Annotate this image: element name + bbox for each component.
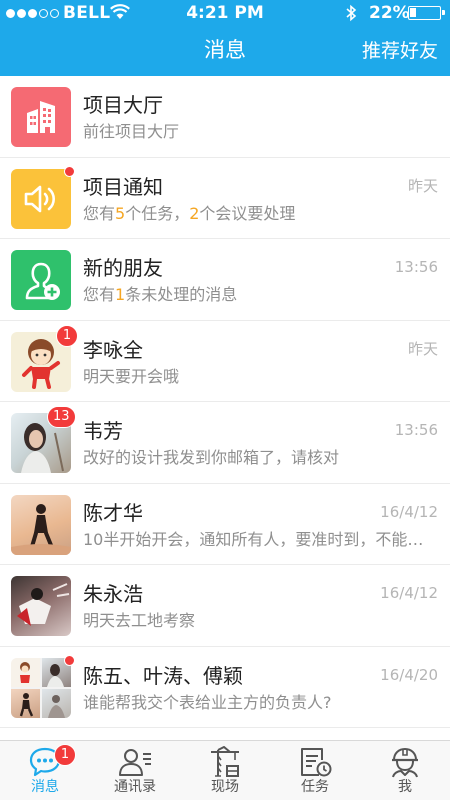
- add-friend-icon: [11, 250, 71, 310]
- conversation-preview: 改好的设计我发到你邮箱了，请核对: [83, 448, 340, 467]
- conversation-preview: 您有1条未处理的消息: [83, 285, 238, 304]
- conversation-name: 新的朋友: [83, 256, 163, 280]
- tab-label: 我: [398, 779, 412, 795]
- conversation-time: 16/4/20: [380, 665, 438, 684]
- tab-site[interactable]: 现场: [180, 741, 270, 800]
- conversation-item-project-hall[interactable]: 项目大厅 前往项目大厅: [0, 76, 450, 158]
- worker-helmet-icon: [392, 748, 418, 778]
- conversation-preview: 明天去工地考察: [83, 611, 196, 630]
- tab-label: 任务: [301, 779, 329, 795]
- conversation-name: 项目通知: [83, 174, 163, 199]
- tab-label: 现场: [211, 779, 239, 795]
- tab-tasks[interactable]: 任务: [270, 741, 360, 800]
- group-avatar: [11, 657, 71, 718]
- conversation-preview: 明天要开会哦: [83, 366, 180, 386]
- conversation-item-zhu-yonghao[interactable]: 朱永浩 16/4/12 明天去工地考察: [0, 565, 450, 647]
- conversation-name: 项目大厅: [83, 93, 163, 117]
- building-icon: [11, 87, 71, 147]
- bottom-tab-bar: 1 消息 通讯录 现场 任务 我: [0, 740, 450, 800]
- conversation-time: 13:56: [394, 421, 438, 439]
- status-bar: BELL 4:21 PM 22%: [0, 0, 450, 26]
- tab-label: 消息: [31, 779, 59, 795]
- conversation-name: 韦芳: [83, 419, 123, 443]
- unread-count-badge: 13: [47, 406, 76, 428]
- photo-avatar: [11, 494, 71, 555]
- conversation-preview: 10半开始开会，通知所有人，要准时到，不能迟到: [83, 529, 438, 549]
- recommend-friends-button[interactable]: 推荐好友: [362, 37, 438, 65]
- conversation-item-new-friends[interactable]: 新的朋友 13:56 您有1条未处理的消息: [0, 239, 450, 321]
- conversation-name: 李咏全: [83, 337, 143, 362]
- unread-dot: [64, 654, 75, 666]
- conversation-time: 13:56: [394, 258, 438, 276]
- tab-unread-badge: 1: [54, 744, 76, 766]
- battery-percent: 22%: [369, 3, 410, 23]
- conversation-item-wei-fang[interactable]: 13 韦芳 13:56 改好的设计我发到你邮箱了，请核对: [0, 402, 450, 484]
- tab-contacts[interactable]: 通讯录: [90, 741, 180, 800]
- photo-avatar: [11, 576, 71, 636]
- conversation-time: 昨天: [407, 176, 438, 195]
- conversation-list: 项目大厅 前往项目大厅 项目通知 昨天 您有5个任务，2个会议要处理 新的朋友: [0, 76, 450, 728]
- crane-icon: [211, 746, 239, 777]
- conversation-time: 16/4/12: [380, 584, 438, 602]
- conversation-name: 陈五、叶涛、傅颖: [83, 663, 243, 688]
- tab-me[interactable]: 我: [360, 741, 450, 800]
- unread-count: 1: [115, 285, 126, 304]
- unread-dot: [64, 165, 75, 177]
- conversation-preview: 谁能帮我交个表给业主方的负责人?: [83, 692, 332, 712]
- bluetooth-icon: [346, 4, 357, 22]
- task-list-icon: [301, 748, 332, 777]
- meeting-count: 2: [189, 203, 200, 223]
- conversation-preview: 前往项目大厅: [83, 122, 180, 141]
- conversation-time: 昨天: [407, 339, 438, 358]
- conversation-preview: 您有5个任务，2个会议要处理: [83, 203, 296, 223]
- task-count: 5: [115, 203, 126, 223]
- speaker-icon: [11, 168, 71, 229]
- conversation-name: 朱永浩: [83, 582, 143, 606]
- conversation-time: 16/4/12: [380, 502, 438, 521]
- tab-label: 通讯录: [114, 779, 156, 795]
- unread-count-badge: 1: [56, 324, 78, 347]
- conversation-item-chen-caihua[interactable]: 陈才华 16/4/12 10半开始开会，通知所有人，要准时到，不能迟到: [0, 484, 450, 565]
- conversation-item-li-yongquan[interactable]: 1 李咏全 昨天 明天要开会哦: [0, 321, 450, 402]
- conversation-name: 陈才华: [83, 500, 143, 525]
- conversation-item-group-chat[interactable]: 陈五、叶涛、傅颖 16/4/20 谁能帮我交个表给业主方的负责人?: [0, 647, 450, 728]
- top-bar: BELL 4:21 PM 22% 消息 推荐好友: [0, 0, 450, 76]
- conversation-item-project-notice[interactable]: 项目通知 昨天 您有5个任务，2个会议要处理: [0, 158, 450, 239]
- tab-messages[interactable]: 1 消息: [0, 741, 90, 800]
- battery-icon: [408, 6, 445, 20]
- contacts-icon: [119, 749, 151, 776]
